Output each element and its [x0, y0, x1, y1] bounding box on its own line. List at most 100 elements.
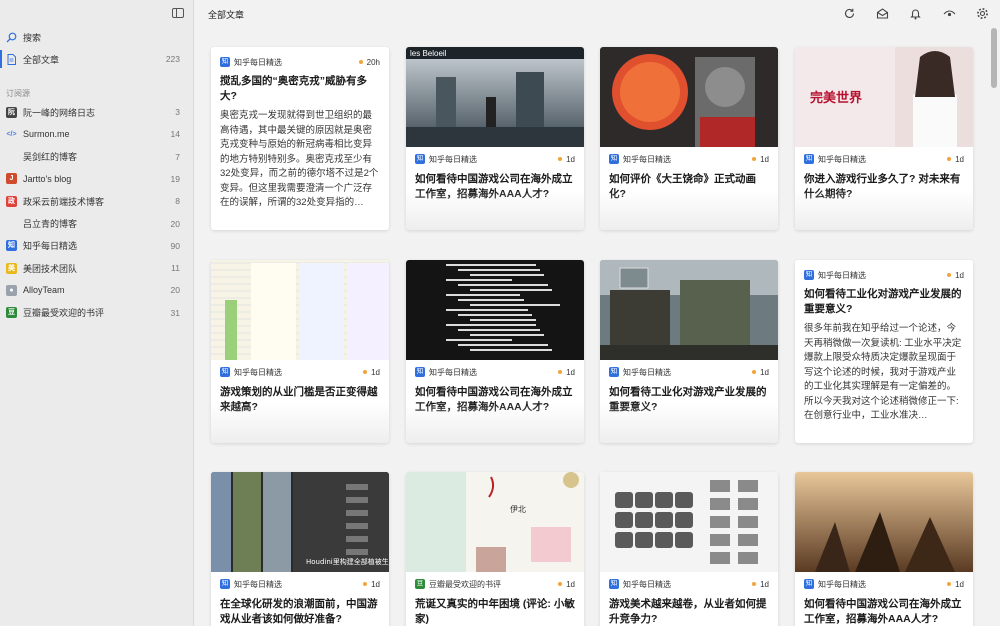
article-thumbnail [406, 260, 584, 360]
sidebar-feed-item[interactable]: 阮阮一峰的网络日志 3 [0, 101, 194, 123]
article-time: 1d [955, 270, 964, 280]
article-card[interactable]: 知知乎每日精选 20h 搅乱多国的“奥密克戎”威胁有多大? 奥密克戎一发现就得到世卫组… [211, 47, 389, 230]
feed-favicon: ● [6, 284, 17, 296]
feed-label: Jartto's blog [23, 173, 72, 184]
sidebar-feed-item[interactable]: 豆豆瓣最受欢迎的书评 31 [0, 302, 194, 324]
feed-label: 阮一峰的网络日志 [23, 107, 96, 118]
article-meta: 知知乎每日精选 20h [220, 56, 380, 68]
article-card[interactable]: 知知乎每日精选 1d 游戏美术越来越卷，从业者如何提升竞争力? [600, 472, 778, 626]
article-meta: 知知乎每日精选 1d [804, 153, 964, 165]
article-thumbnail: 伊北 [406, 472, 584, 572]
unread-dot [947, 157, 952, 161]
article-meta: 知知乎每日精选 1d [415, 153, 575, 165]
search-button[interactable]: 搜索 [0, 26, 194, 48]
svg-text:伊北: 伊北 [510, 504, 526, 514]
zhihu-logo: 知 [609, 579, 619, 589]
sidebar-feed-item[interactable]: 政政采云前端技术博客 8 [0, 190, 194, 212]
unread-dot [947, 582, 952, 586]
article-title: 游戏美术越来越卷，从业者如何提升竞争力? [609, 598, 767, 625]
article-card[interactable]: 伊北豆豆瓣最受欢迎的书评 1d 荒诞又真实的中年困境 (评论: 小敏家) [406, 472, 584, 626]
refresh-icon[interactable] [843, 7, 856, 20]
article-card[interactable]: 知知乎每日精选 1d 如何看待工业化对游戏产业发展的重要意义? [600, 260, 778, 443]
zhihu-logo: 知 [415, 367, 425, 377]
article-thumbnail [795, 472, 973, 572]
article-source: 知乎每日精选 [818, 270, 866, 280]
sidebar-feed-item[interactable]: </> Surmon.me 14 [0, 123, 194, 145]
settings-icon[interactable] [976, 7, 989, 20]
sidebar: 搜索 全部文章 223 订阅源 阮阮一峰的网络日志 3 </> Surmon.me 14… [0, 0, 194, 626]
svg-text:les Beloeil: les Beloeil [410, 49, 447, 58]
unread-dot [558, 157, 563, 161]
article-title: 如何评价《大王饶命》正式动画化? [609, 173, 756, 200]
article-title: 如何看待工业化对游戏产业发展的重要意义? [804, 288, 962, 315]
article-meta: 知知乎每日精选 1d [609, 366, 769, 378]
article-source: 知乎每日精选 [234, 57, 282, 67]
scrollbar[interactable] [991, 28, 997, 88]
article-thumbnail: 完美世界 [795, 47, 973, 147]
douban-logo: 豆 [6, 307, 17, 319]
search-icon [6, 32, 17, 43]
sidebar-item-label: 全部文章 [23, 54, 60, 65]
feed-count: 3 [175, 107, 180, 117]
sidebar-feed-item[interactable]: 吴剑红的博客 7 [0, 146, 194, 168]
article-thumbnail [211, 260, 389, 360]
sidebar-toggle-icon[interactable] [172, 8, 184, 18]
article-excerpt: 很多年前我在知乎给过一个论述，今天再稍微做一次复读机: 工业水平决定爆款上限受众… [804, 323, 962, 421]
article-source: 豆瓣最受欢迎的书评 [429, 579, 501, 589]
zhihu-logo: 知 [804, 154, 814, 164]
article-meta: 知知乎每日精选 1d [804, 269, 964, 281]
unread-dot [752, 582, 757, 586]
article-card[interactable]: Houdini里构建全部植被生态知知乎每日精选 1d 在全球化研发的浪潮面前，中国游… [211, 472, 389, 626]
article-title: 如何看待工业化对游戏产业发展的重要意义? [609, 386, 767, 413]
feed-count: 20 [170, 218, 180, 229]
article-title: 荒诞又真实的中年困境 (评论: 小敏家) [415, 598, 575, 625]
article-card[interactable]: 知知乎每日精选 1d 如何看待中国游戏公司在海外成立工作室，招募海外AAA人才? [795, 472, 973, 626]
article-title: 你进入游戏行业多久了? 对未来有什么期待? [804, 173, 961, 200]
zcy-logo: 政 [6, 195, 17, 207]
article-time: 1d [566, 579, 575, 589]
jartto-logo: J [6, 173, 17, 185]
article-source: 知乎每日精选 [818, 154, 866, 164]
sidebar-feed-item[interactable]: J Jartto's blog 19 [0, 168, 194, 190]
unread-dot [558, 582, 563, 586]
feed-count: 31 [170, 307, 180, 318]
feed-count: 19 [170, 173, 180, 184]
sidebar-feed-item[interactable]: 吕立青的博客 20 [0, 213, 194, 235]
sidebar-item-all-articles[interactable]: 全部文章 223 [0, 48, 194, 70]
sidebar-feed-item[interactable]: ● AlloyTeam 20 [0, 279, 194, 301]
unread-dot [752, 370, 757, 374]
notification-icon[interactable] [909, 7, 922, 20]
feed-count: 11 [171, 263, 180, 274]
feed-favicon: 阮 [6, 106, 17, 118]
view-icon[interactable] [943, 7, 956, 20]
article-title: 搅乱多国的“奥密克戎”威胁有多大? [220, 75, 367, 102]
article-time: 1d [566, 154, 575, 164]
article-card[interactable]: 知知乎每日精选 1d 如何看待中国游戏公司在海外成立工作室，招募海外AAA人才? [406, 260, 584, 443]
article-card[interactable]: 知知乎每日精选 1d 如何看待工业化对游戏产业发展的重要意义? 很多年前我在知乎给过一… [795, 260, 973, 443]
mark-all-read-icon[interactable] [876, 7, 889, 20]
feed-label: 政采云前端技术博客 [23, 196, 105, 207]
douban-logo: 豆 [415, 579, 425, 589]
article-time: 1d [371, 579, 380, 589]
sidebar-feed-item[interactable]: 知知乎每日精选 90 [0, 235, 194, 257]
feed-count: 8 [175, 196, 180, 207]
article-card[interactable]: 知知乎每日精选 1d 游戏策划的从业门槛是否正变得越来越高? [211, 260, 389, 443]
feed-label: AlloyTeam [23, 285, 65, 296]
code-icon: </> [6, 129, 17, 140]
article-card[interactable]: les Beloeil 知知乎每日精选 1d 如何看待中国游戏公司在海外成立工作室，招… [406, 47, 584, 230]
article-meta: 知知乎每日精选 1d [220, 366, 380, 378]
article-source: 知乎每日精选 [623, 579, 671, 589]
zhihu-logo: 知 [804, 579, 814, 589]
feed-label: 美团技术团队 [23, 263, 78, 274]
article-meta: 知知乎每日精选 1d [609, 153, 769, 165]
zhihu-logo: 知 [415, 154, 425, 164]
feeds-section-label: 订阅源 [6, 89, 30, 98]
article-card[interactable]: 完美世界知知乎每日精选 1d 你进入游戏行业多久了? 对未来有什么期待? [795, 47, 973, 230]
article-card[interactable]: 知知乎每日精选 1d 如何评价《大王饶命》正式动画化? [600, 47, 778, 230]
unread-dot [947, 273, 952, 277]
sidebar-feed-item[interactable]: 美美团技术团队 11 [0, 257, 194, 279]
feed-count: 20 [170, 285, 180, 296]
feed-label: Surmon.me [23, 129, 70, 140]
blank-icon [6, 218, 17, 229]
article-meta: 知知乎每日精选 1d [804, 578, 964, 590]
